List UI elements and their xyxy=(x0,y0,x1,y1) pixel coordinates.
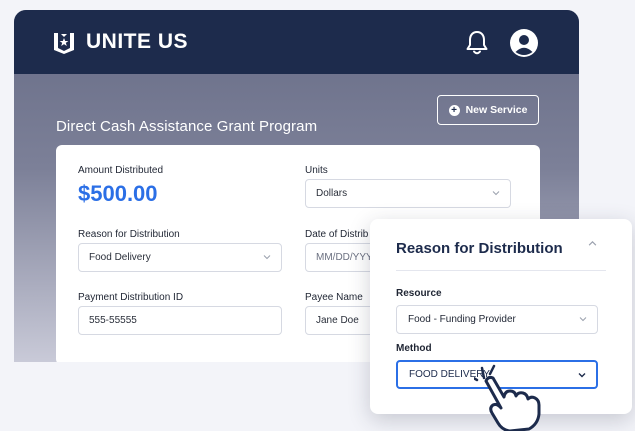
unite-us-logo-icon xyxy=(54,33,74,54)
date-placeholder: MM/DD/YYY xyxy=(316,252,373,263)
brand[interactable]: UNITE US xyxy=(52,30,188,54)
units-select[interactable]: Dollars xyxy=(305,179,511,208)
amount-distributed-value: $500.00 xyxy=(78,181,158,206)
new-service-label: New Service xyxy=(465,104,528,116)
payment-distribution-id-input[interactable]: 555-55555 xyxy=(78,306,282,335)
brand-name: UNITE US xyxy=(86,30,189,53)
method-label: Method xyxy=(396,343,432,354)
payee-name-label: Payee Name xyxy=(305,292,363,303)
new-service-button[interactable]: + New Service xyxy=(437,95,539,125)
units-label: Units xyxy=(305,165,328,176)
units-value: Dollars xyxy=(316,188,348,199)
bell-icon[interactable] xyxy=(465,30,489,56)
resource-select[interactable]: Food - Funding Provider xyxy=(396,305,598,334)
top-navigation-bar: UNITE US xyxy=(14,10,579,74)
date-of-distribution-label: Date of Distrib xyxy=(305,229,369,240)
resource-value: Food - Funding Provider xyxy=(408,314,516,325)
reason-select[interactable]: Food Delivery xyxy=(78,243,282,272)
reason-value: Food Delivery xyxy=(89,252,151,263)
payee-name-value: Jane Doe xyxy=(316,315,359,326)
plus-circle-icon: + xyxy=(448,104,460,116)
page-title: Direct Cash Assistance Grant Program xyxy=(56,118,318,135)
popover-title: Reason for Distribution xyxy=(396,240,563,257)
popover-divider xyxy=(396,270,606,271)
chevron-up-icon[interactable] xyxy=(588,239,597,248)
resource-label: Resource xyxy=(396,288,442,299)
chevron-down-icon xyxy=(579,317,587,322)
chevron-down-icon xyxy=(263,255,271,260)
user-circle-icon[interactable] xyxy=(510,29,538,57)
reason-for-distribution-label: Reason for Distribution xyxy=(78,229,180,240)
payment-distribution-id-label: Payment Distribution ID xyxy=(78,292,184,303)
payment-distribution-id-value: 555-55555 xyxy=(89,315,137,326)
chevron-down-icon xyxy=(578,373,586,378)
hand-pointer-icon xyxy=(474,364,541,431)
amount-distributed-label: Amount Distributed xyxy=(78,165,164,176)
chevron-down-icon xyxy=(492,191,500,196)
